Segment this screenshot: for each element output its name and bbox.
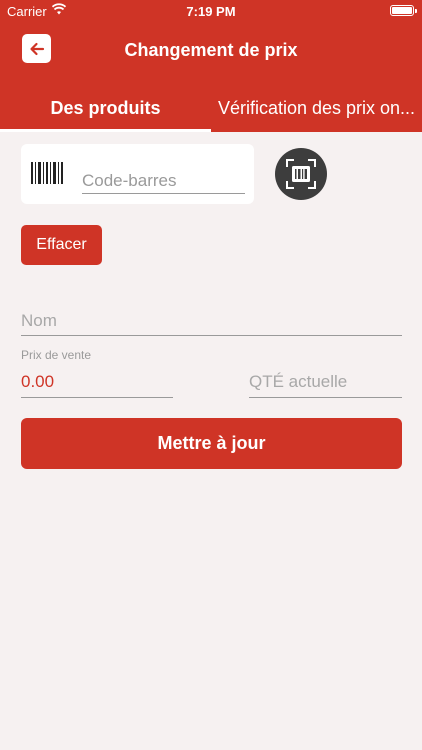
status-time: 7:19 PM (186, 4, 236, 19)
barcode-card (21, 144, 254, 204)
tab-price-check[interactable]: Vérification des prix on... (211, 88, 422, 132)
name-field[interactable] (21, 306, 402, 336)
barcode-input[interactable] (82, 168, 245, 194)
status-bar: Carrier 7:19 PM (0, 0, 422, 22)
barcode-icon (31, 162, 63, 184)
clear-button[interactable]: Effacer (21, 225, 102, 265)
barcode-scan-icon (286, 159, 316, 189)
price-label: Prix de vente (21, 348, 92, 362)
app-header: Carrier 7:19 PM Changement de prix Des p… (0, 0, 422, 132)
price-field[interactable] (21, 366, 173, 398)
tab-products[interactable]: Des produits (0, 88, 211, 132)
update-button[interactable]: Mettre à jour (21, 418, 402, 469)
tab-indicator (0, 129, 211, 132)
battery-icon (390, 5, 417, 16)
tab-bar: Des produits Vérification des prix on... (0, 88, 422, 132)
quantity-field[interactable] (249, 366, 402, 398)
page-title: Changement de prix (124, 40, 298, 60)
scan-button[interactable] (275, 148, 327, 200)
